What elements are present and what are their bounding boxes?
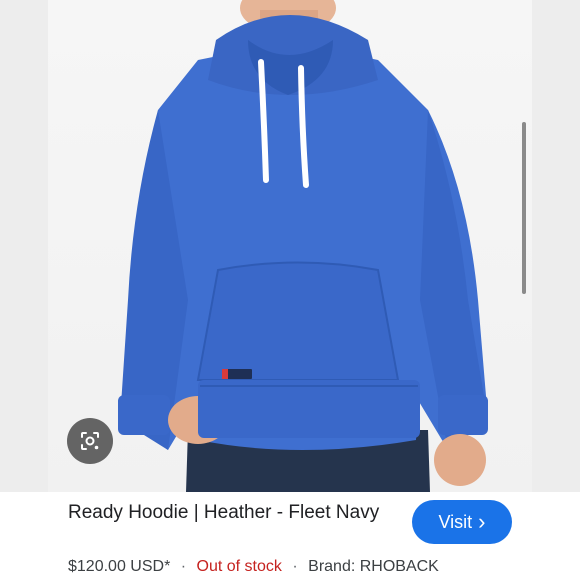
product-brand: Brand: RHOBACK <box>308 558 439 575</box>
stock-status: Out of stock <box>196 558 282 575</box>
chevron-right-icon: › <box>478 509 486 534</box>
scrollbar[interactable] <box>522 122 526 294</box>
lens-search-button[interactable] <box>67 418 113 464</box>
hoodie-illustration <box>118 0 488 492</box>
product-info-panel: Ready Hoodie | Heather - Fleet Navy Visi… <box>0 492 580 580</box>
right-backdrop <box>532 0 580 492</box>
visit-button-label: Visit <box>438 511 473 532</box>
left-backdrop <box>0 0 48 492</box>
separator: · <box>292 558 298 575</box>
product-price: $120.00 USD* <box>68 558 171 575</box>
lens-search-icon <box>81 432 99 450</box>
visit-button[interactable]: Visit › <box>412 500 512 544</box>
product-title[interactable]: Ready Hoodie | Heather - Fleet Navy <box>68 500 398 525</box>
product-meta: $120.00 USD* · Out of stock · Brand: RHO… <box>68 557 439 577</box>
product-image[interactable] <box>48 0 532 492</box>
separator: · <box>180 558 187 575</box>
